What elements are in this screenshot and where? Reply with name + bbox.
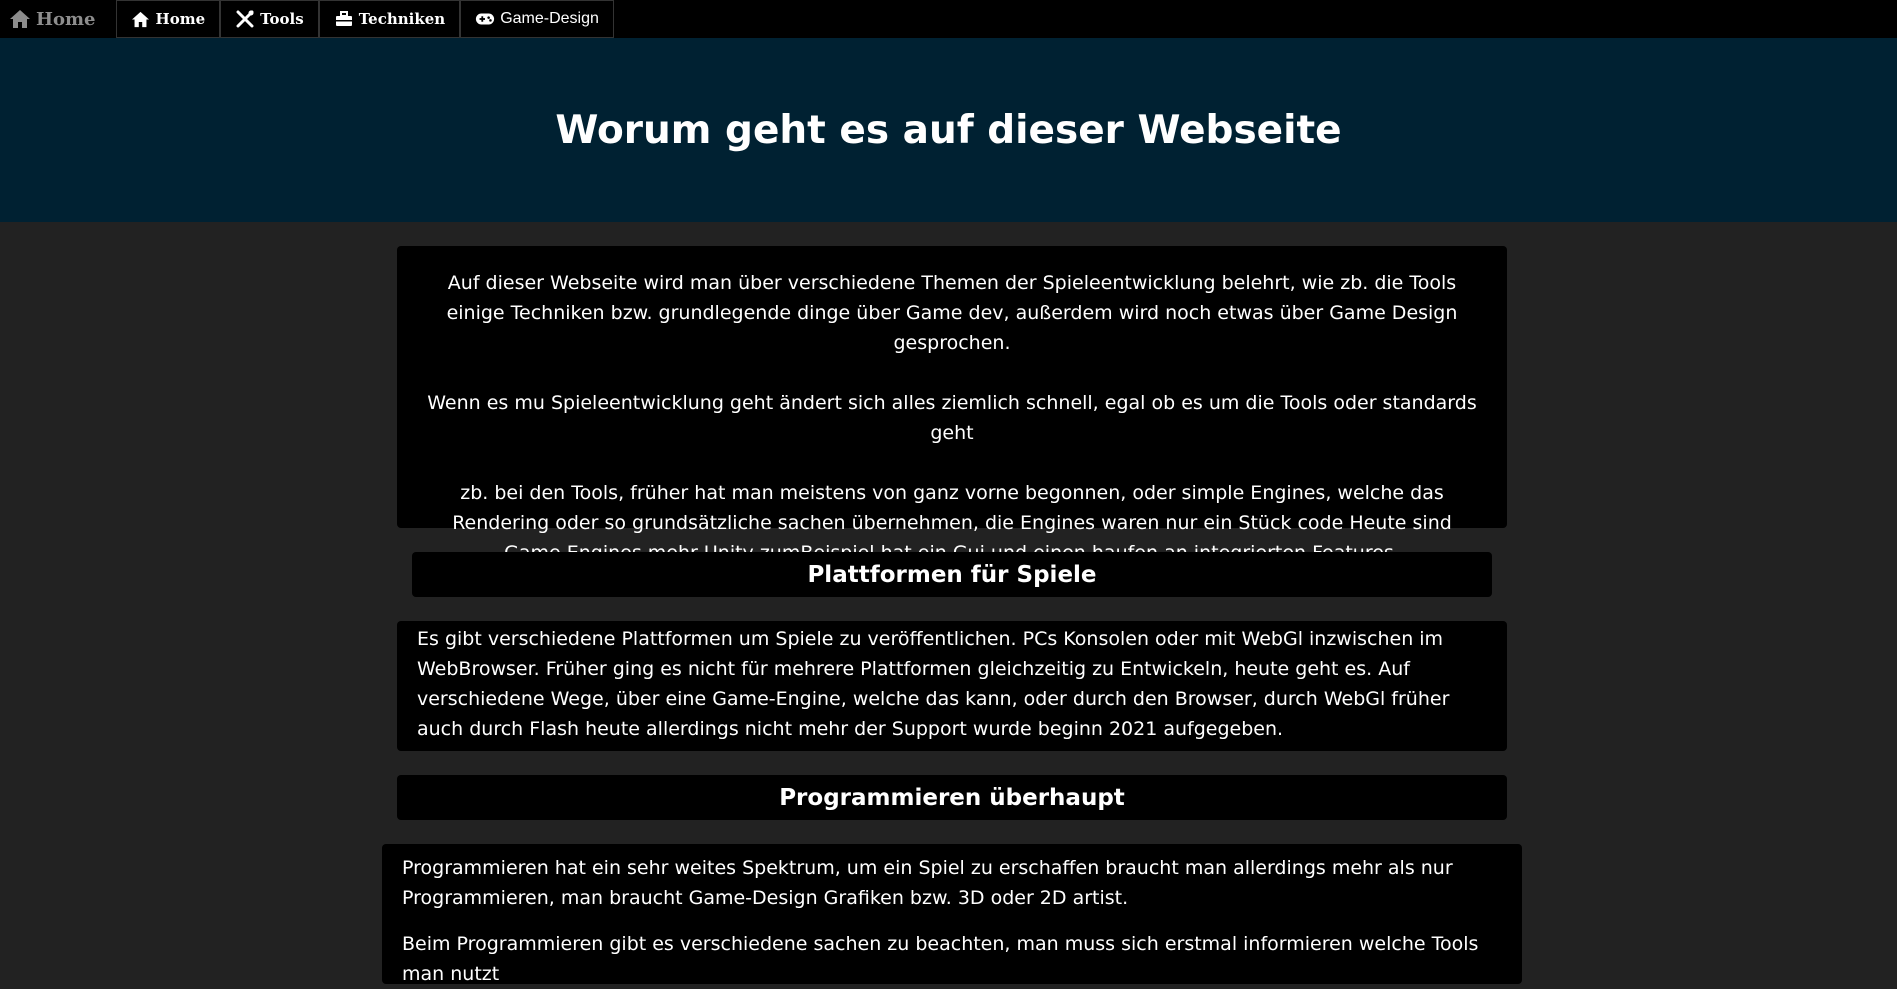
nav-item-game-design[interactable]: Game-Design <box>460 0 614 38</box>
intro-paragraph-2: Wenn es mu Spieleentwicklung geht ändert… <box>427 392 1477 444</box>
home-icon <box>8 7 32 31</box>
tools-icon <box>235 9 255 29</box>
hero-banner: Worum geht es auf dieser Webseite <box>0 38 1897 222</box>
platforms-box: Es gibt verschiedene Plattformen um Spie… <box>397 621 1507 751</box>
nav-item-techniken[interactable]: Techniken <box>318 0 461 38</box>
top-nav: Home Home Tools Techniken Game-Design <box>0 0 1897 38</box>
programming-paragraph-1: Programmieren hat ein sehr weites Spektr… <box>402 857 1453 909</box>
page-title: Worum geht es auf dieser Webseite <box>555 107 1342 153</box>
nav-item-label: Tools <box>260 10 304 28</box>
programming-heading: Programmieren überhaupt <box>397 775 1507 820</box>
nav-item-tools[interactable]: Tools <box>220 0 319 38</box>
home-icon <box>131 9 151 29</box>
programming-paragraph-2: Beim Programmieren gibt es verschiedene … <box>402 933 1479 985</box>
toolbox-icon <box>334 9 354 29</box>
nav-item-label: Game-Design <box>500 10 599 27</box>
intro-paragraph-1: Auf dieser Webseite wird man über versch… <box>446 272 1458 354</box>
nav-item-label: Techniken <box>358 10 446 28</box>
intro-box: Auf dieser Webseite wird man über versch… <box>397 246 1507 564</box>
brand-label: Home <box>36 8 96 30</box>
platforms-heading: Plattformen für Spiele <box>412 552 1492 597</box>
nav-item-label: Home <box>155 10 206 28</box>
nav-item-home[interactable]: Home <box>115 0 221 38</box>
brand-home-link[interactable]: Home <box>0 0 116 38</box>
programming-box: Programmieren hat ein sehr weites Spektr… <box>382 844 1522 985</box>
gamepad-icon <box>475 9 495 29</box>
platforms-paragraph: Es gibt verschiedene Plattformen um Spie… <box>417 628 1450 740</box>
